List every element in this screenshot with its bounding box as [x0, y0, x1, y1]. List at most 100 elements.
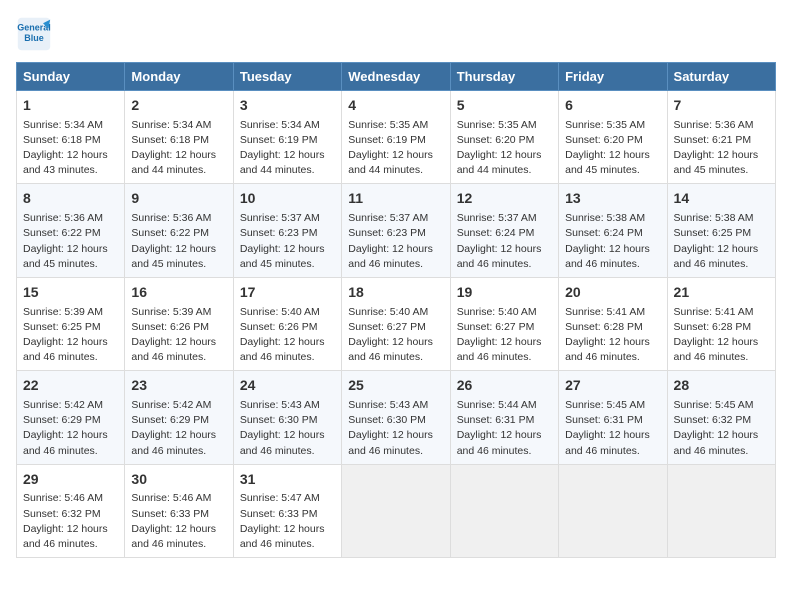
day-number: 21	[674, 283, 769, 303]
day-info: Sunrise: 5:41 AM Sunset: 6:28 PM Dayligh…	[565, 305, 660, 366]
day-info: Sunrise: 5:46 AM Sunset: 6:33 PM Dayligh…	[131, 491, 226, 552]
day-info: Sunrise: 5:38 AM Sunset: 6:24 PM Dayligh…	[565, 211, 660, 272]
day-number: 31	[240, 470, 335, 490]
calendar-cell: 24Sunrise: 5:43 AM Sunset: 6:30 PM Dayli…	[233, 371, 341, 464]
day-number: 27	[565, 376, 660, 396]
calendar-cell	[450, 464, 558, 557]
day-number: 5	[457, 96, 552, 116]
day-number: 20	[565, 283, 660, 303]
day-info: Sunrise: 5:42 AM Sunset: 6:29 PM Dayligh…	[131, 398, 226, 459]
calendar-cell: 14Sunrise: 5:38 AM Sunset: 6:25 PM Dayli…	[667, 184, 775, 277]
day-info: Sunrise: 5:39 AM Sunset: 6:26 PM Dayligh…	[131, 305, 226, 366]
day-number: 22	[23, 376, 118, 396]
day-number: 16	[131, 283, 226, 303]
day-number: 15	[23, 283, 118, 303]
day-number: 6	[565, 96, 660, 116]
calendar-cell: 23Sunrise: 5:42 AM Sunset: 6:29 PM Dayli…	[125, 371, 233, 464]
calendar-cell	[667, 464, 775, 557]
calendar-cell: 22Sunrise: 5:42 AM Sunset: 6:29 PM Dayli…	[17, 371, 125, 464]
day-info: Sunrise: 5:40 AM Sunset: 6:26 PM Dayligh…	[240, 305, 335, 366]
calendar-cell: 26Sunrise: 5:44 AM Sunset: 6:31 PM Dayli…	[450, 371, 558, 464]
calendar-cell: 2Sunrise: 5:34 AM Sunset: 6:18 PM Daylig…	[125, 91, 233, 184]
header-saturday: Saturday	[667, 63, 775, 91]
week-row-4: 22Sunrise: 5:42 AM Sunset: 6:29 PM Dayli…	[17, 371, 776, 464]
day-number: 28	[674, 376, 769, 396]
day-number: 13	[565, 189, 660, 209]
calendar-cell: 27Sunrise: 5:45 AM Sunset: 6:31 PM Dayli…	[559, 371, 667, 464]
calendar-cell: 18Sunrise: 5:40 AM Sunset: 6:27 PM Dayli…	[342, 277, 450, 370]
calendar-cell: 21Sunrise: 5:41 AM Sunset: 6:28 PM Dayli…	[667, 277, 775, 370]
day-info: Sunrise: 5:37 AM Sunset: 6:24 PM Dayligh…	[457, 211, 552, 272]
day-info: Sunrise: 5:34 AM Sunset: 6:18 PM Dayligh…	[131, 118, 226, 179]
page-header: General Blue	[16, 16, 776, 52]
calendar-cell: 28Sunrise: 5:45 AM Sunset: 6:32 PM Dayli…	[667, 371, 775, 464]
header-tuesday: Tuesday	[233, 63, 341, 91]
calendar-cell: 20Sunrise: 5:41 AM Sunset: 6:28 PM Dayli…	[559, 277, 667, 370]
day-info: Sunrise: 5:34 AM Sunset: 6:19 PM Dayligh…	[240, 118, 335, 179]
day-number: 2	[131, 96, 226, 116]
day-number: 17	[240, 283, 335, 303]
logo-icon: General Blue	[16, 16, 52, 52]
day-number: 14	[674, 189, 769, 209]
calendar-cell: 25Sunrise: 5:43 AM Sunset: 6:30 PM Dayli…	[342, 371, 450, 464]
day-info: Sunrise: 5:45 AM Sunset: 6:32 PM Dayligh…	[674, 398, 769, 459]
calendar-cell: 4Sunrise: 5:35 AM Sunset: 6:19 PM Daylig…	[342, 91, 450, 184]
day-info: Sunrise: 5:46 AM Sunset: 6:32 PM Dayligh…	[23, 491, 118, 552]
calendar-cell: 31Sunrise: 5:47 AM Sunset: 6:33 PM Dayli…	[233, 464, 341, 557]
header-monday: Monday	[125, 63, 233, 91]
day-number: 18	[348, 283, 443, 303]
calendar-cell: 11Sunrise: 5:37 AM Sunset: 6:23 PM Dayli…	[342, 184, 450, 277]
day-number: 10	[240, 189, 335, 209]
calendar-cell: 30Sunrise: 5:46 AM Sunset: 6:33 PM Dayli…	[125, 464, 233, 557]
calendar-body: 1 Sunrise: 5:34 AM Sunset: 6:18 PM Daylig…	[17, 91, 776, 558]
day-number: 30	[131, 470, 226, 490]
day-info: Sunrise: 5:37 AM Sunset: 6:23 PM Dayligh…	[348, 211, 443, 272]
calendar-cell: 29Sunrise: 5:46 AM Sunset: 6:32 PM Dayli…	[17, 464, 125, 557]
header-row: SundayMondayTuesdayWednesdayThursdayFrid…	[17, 63, 776, 91]
day-number: 4	[348, 96, 443, 116]
day-info: Sunrise: 5:36 AM Sunset: 6:22 PM Dayligh…	[23, 211, 118, 272]
calendar-cell: 7Sunrise: 5:36 AM Sunset: 6:21 PM Daylig…	[667, 91, 775, 184]
calendar-cell: 1Sunrise: 5:34 AM Sunset: 6:18 PM Daylig…	[17, 91, 125, 184]
header-thursday: Thursday	[450, 63, 558, 91]
header-friday: Friday	[559, 63, 667, 91]
calendar-cell: 19Sunrise: 5:40 AM Sunset: 6:27 PM Dayli…	[450, 277, 558, 370]
day-info: Sunrise: 5:45 AM Sunset: 6:31 PM Dayligh…	[565, 398, 660, 459]
day-number: 26	[457, 376, 552, 396]
calendar-cell: 15Sunrise: 5:39 AM Sunset: 6:25 PM Dayli…	[17, 277, 125, 370]
calendar-cell: 10Sunrise: 5:37 AM Sunset: 6:23 PM Dayli…	[233, 184, 341, 277]
week-row-3: 15Sunrise: 5:39 AM Sunset: 6:25 PM Dayli…	[17, 277, 776, 370]
day-number: 25	[348, 376, 443, 396]
week-row-1: 1 Sunrise: 5:34 AM Sunset: 6:18 PM Daylig…	[17, 91, 776, 184]
day-info: Sunrise: 5:42 AM Sunset: 6:29 PM Dayligh…	[23, 398, 118, 459]
day-number: 29	[23, 470, 118, 490]
day-number: 3	[240, 96, 335, 116]
day-number: 9	[131, 189, 226, 209]
day-number: 19	[457, 283, 552, 303]
calendar-cell: 6Sunrise: 5:35 AM Sunset: 6:20 PM Daylig…	[559, 91, 667, 184]
calendar-cell: 17Sunrise: 5:40 AM Sunset: 6:26 PM Dayli…	[233, 277, 341, 370]
day-info: Sunrise: 5:47 AM Sunset: 6:33 PM Dayligh…	[240, 491, 335, 552]
calendar-header: SundayMondayTuesdayWednesdayThursdayFrid…	[17, 63, 776, 91]
day-info: Sunrise: 5:40 AM Sunset: 6:27 PM Dayligh…	[348, 305, 443, 366]
day-info: Sunrise: 5:43 AM Sunset: 6:30 PM Dayligh…	[240, 398, 335, 459]
header-wednesday: Wednesday	[342, 63, 450, 91]
day-number: 8	[23, 189, 118, 209]
svg-text:Blue: Blue	[24, 33, 44, 43]
day-info: Sunrise: 5:36 AM Sunset: 6:22 PM Dayligh…	[131, 211, 226, 272]
logo: General Blue	[16, 16, 56, 52]
day-info: Sunrise: 5:35 AM Sunset: 6:19 PM Dayligh…	[348, 118, 443, 179]
calendar-cell: 8Sunrise: 5:36 AM Sunset: 6:22 PM Daylig…	[17, 184, 125, 277]
day-info: Sunrise: 5:40 AM Sunset: 6:27 PM Dayligh…	[457, 305, 552, 366]
calendar-cell: 12Sunrise: 5:37 AM Sunset: 6:24 PM Dayli…	[450, 184, 558, 277]
day-number: 1	[23, 96, 118, 116]
calendar-cell	[559, 464, 667, 557]
day-info: Sunrise: 5:39 AM Sunset: 6:25 PM Dayligh…	[23, 305, 118, 366]
day-info: Sunrise: 5:41 AM Sunset: 6:28 PM Dayligh…	[674, 305, 769, 366]
week-row-5: 29Sunrise: 5:46 AM Sunset: 6:32 PM Dayli…	[17, 464, 776, 557]
day-number: 12	[457, 189, 552, 209]
day-number: 24	[240, 376, 335, 396]
day-info: Sunrise: 5:35 AM Sunset: 6:20 PM Dayligh…	[457, 118, 552, 179]
calendar-cell: 9Sunrise: 5:36 AM Sunset: 6:22 PM Daylig…	[125, 184, 233, 277]
day-info: Sunrise: 5:35 AM Sunset: 6:20 PM Dayligh…	[565, 118, 660, 179]
